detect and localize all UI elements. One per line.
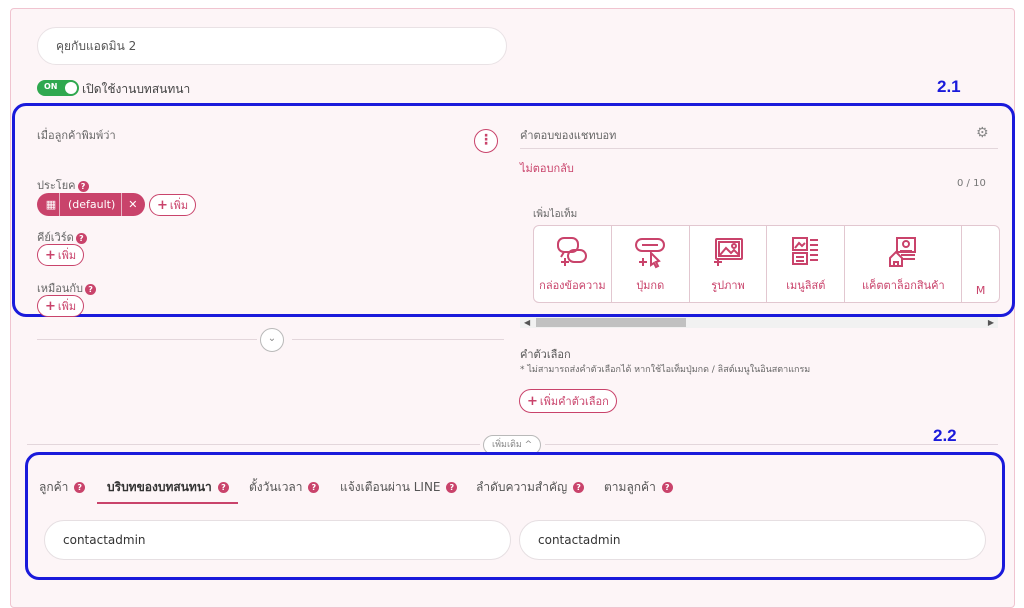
toggle-label: เปิดใช้งานบทสนทนา (82, 82, 191, 96)
plus-icon: + (157, 197, 168, 213)
options-note: * ไม่สามารถส่งคำตัวเลือกได้ หากใช้ไอเท็ม… (520, 365, 811, 375)
image-icon (714, 238, 744, 266)
plus-icon: + (45, 298, 56, 314)
scrollbar-thumb[interactable] (536, 318, 686, 327)
button-icon (635, 238, 666, 269)
help-icon[interactable]: ? (85, 283, 97, 295)
default-sentence-chip[interactable]: ▦ (default) ✕ (37, 193, 145, 216)
remove-chip-icon[interactable]: ✕ (122, 198, 143, 211)
help-icon[interactable]: ? (573, 482, 585, 493)
tile-message-box[interactable]: กล่องข้อความ (534, 226, 612, 302)
add-sentence-button[interactable]: + เพิ่ม (149, 194, 197, 216)
item-counter: 0 / 10 (957, 178, 986, 189)
conversation-name-input[interactable]: คุยกับแอดมิน 2 (37, 27, 507, 65)
tile-product-catalog[interactable]: แค็ตตาล็อกสินค้า (845, 226, 963, 302)
more-options-icon[interactable]: ⋮ (474, 129, 498, 153)
tile-image[interactable]: รูปภาพ (690, 226, 768, 302)
expand-chevron-icon[interactable]: ⌄ (260, 328, 284, 352)
help-icon[interactable]: ? (446, 482, 458, 493)
customer-says-heading: เมื่อลูกค้าพิมพ์ว่า (37, 129, 116, 142)
help-icon[interactable]: ? (77, 180, 89, 192)
no-reply-text: ไม่ตอบกลับ (520, 162, 574, 175)
context-field-1[interactable]: contactadmin (44, 520, 511, 560)
tile-menu-list[interactable]: เมนูลิสต์ (767, 226, 846, 302)
annotation-2-1: 2.1 (937, 77, 961, 96)
add-option-button[interactable]: + เพิ่มคำตัวเลือก (519, 389, 617, 413)
menu-list-icon (791, 237, 818, 265)
add-similar-button[interactable]: + เพิ่ม (37, 295, 85, 317)
options-label: คำตัวเลือก (520, 348, 571, 361)
enable-conversation-toggle[interactable]: ON (37, 80, 79, 96)
scroll-right-icon[interactable]: ▶ (988, 317, 994, 328)
context-field-2[interactable]: contactadmin (519, 520, 986, 560)
chatbot-reply-heading: คำตอบของแชทบอท (520, 129, 617, 142)
tab-customer[interactable]: ลูกค้า ? (39, 478, 86, 497)
message-box-icon (557, 237, 588, 266)
help-icon[interactable]: ? (74, 482, 86, 493)
help-icon[interactable]: ? (308, 482, 320, 493)
highlight-box-2-2 (25, 452, 1005, 580)
add-keyword-button[interactable]: + เพิ่ม (37, 244, 85, 266)
scroll-left-icon[interactable]: ◀ (524, 317, 530, 328)
product-catalog-icon (889, 237, 917, 267)
tab-priority[interactable]: ลำดับความสำคัญ ? (476, 478, 585, 497)
tab-schedule[interactable]: ตั้งวันเวลา ? (249, 478, 320, 497)
toggle-knob (65, 82, 77, 94)
plus-icon: + (527, 393, 538, 409)
plus-icon: + (45, 247, 56, 263)
tab-conversation-context[interactable]: บริบทของบทสนทนา ? (107, 478, 229, 497)
settings-gear-icon[interactable]: ⚙ (976, 125, 989, 141)
add-item-label: เพิ่มไอเท็ม (533, 209, 578, 220)
help-icon[interactable]: ? (661, 482, 673, 493)
chip-label: (default) (68, 198, 116, 211)
conversation-name-value: คุยกับแอดมิน 2 (56, 38, 137, 53)
context-value-2: contactadmin (538, 533, 621, 547)
help-icon[interactable]: ? (217, 482, 229, 493)
drag-grid-icon[interactable]: ▦ (43, 198, 59, 211)
tile-button[interactable]: ปุ่มกด (612, 226, 690, 302)
context-value-1: contactadmin (63, 533, 146, 547)
active-tab-underline (97, 502, 238, 504)
tab-line-notify[interactable]: แจ้งเตือนผ่าน LINE ? (340, 478, 458, 497)
sentence-label: ประโยค? (37, 176, 89, 194)
item-tiles: กล่องข้อความ ปุ่มกด รูปภาพ เมนูลิสต์ แค็… (533, 225, 1000, 303)
tile-more[interactable]: M (962, 226, 999, 302)
help-icon[interactable]: ? (75, 232, 87, 244)
toggle-state-label: ON (44, 82, 58, 91)
tiles-scrollbar[interactable]: ◀ ▶ (520, 317, 998, 328)
annotation-2-2: 2.2 (933, 426, 957, 445)
tab-follow-customer[interactable]: ตามลูกค้า ? (604, 478, 673, 497)
